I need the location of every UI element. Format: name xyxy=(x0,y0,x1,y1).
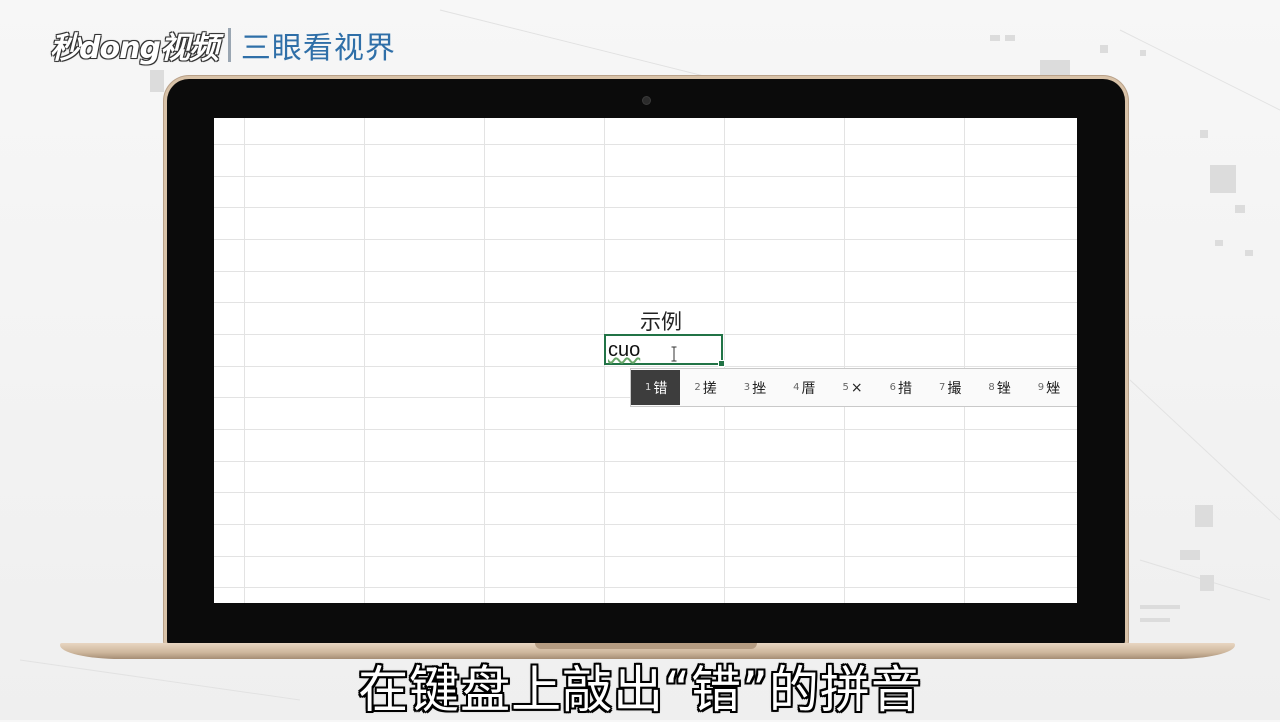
laptop-notch xyxy=(535,643,757,649)
text-cursor-icon xyxy=(671,346,677,362)
ime-candidate[interactable]: 5 × xyxy=(829,370,876,405)
webcam-icon xyxy=(643,97,650,104)
ime-candidate[interactable]: 1错 xyxy=(631,370,681,405)
ime-candidate-bar: 1 错 2 搓 3 挫 4 厝 5 × 6 措 7 撮 8 锉 9 矬 xyxy=(630,368,1077,407)
ime-candidate[interactable]: 7撮 xyxy=(925,370,974,405)
watermark-brand: 三眼看视界 xyxy=(240,31,396,66)
active-cell-text: cuo xyxy=(608,339,641,361)
ime-candidate-char: 锉 xyxy=(996,380,1011,397)
ime-candidate-number: 3 xyxy=(743,382,751,393)
subtitle: 在键盘上敲出“错”的拼音 xyxy=(358,661,922,719)
ime-candidate-char: 错 xyxy=(653,380,668,397)
watermark-logo: 秒dong视频 xyxy=(50,31,219,66)
ime-candidate-number: 8 xyxy=(988,382,995,393)
ime-candidate[interactable]: 9矬 xyxy=(1024,370,1073,405)
ime-candidate-char: 措 xyxy=(897,380,912,397)
ime-candidate-number: 7 xyxy=(938,382,946,393)
ime-candidate-char: 撮 xyxy=(947,380,962,397)
ime-candidate-char: 矬 xyxy=(1046,380,1061,397)
active-cell[interactable]: cuo xyxy=(604,334,725,367)
ime-candidate[interactable]: 2搓 xyxy=(680,370,729,405)
ime-candidate-char: 搓 xyxy=(702,380,717,397)
ime-candidate-number: 2 xyxy=(694,382,701,393)
watermark: 秒dong视频 三眼看视界 xyxy=(50,22,396,68)
ime-candidate[interactable]: 6措 xyxy=(876,370,925,405)
ime-candidate-number: 1 xyxy=(645,382,652,393)
ime-candidate-number: 6 xyxy=(889,382,896,393)
ime-candidate-number: 4 xyxy=(793,382,800,393)
ime-candidate[interactable]: 8锉 xyxy=(974,370,1023,405)
watermark-separator xyxy=(227,28,231,62)
ime-candidate-char: × xyxy=(850,379,863,396)
fill-handle[interactable] xyxy=(718,360,725,367)
ime-candidate-char: 挫 xyxy=(752,380,767,397)
ime-candidate-char: 厝 xyxy=(801,380,816,397)
spreadsheet-screen: 示例 cuo 1 错 2 搓 3 挫 4 厝 5 × 6 措 7 撮 8 锉 9 矬 xyxy=(214,118,1077,603)
ime-candidate[interactable]: 3挫 xyxy=(730,370,779,405)
label-cell[interactable]: 示例 xyxy=(640,306,682,336)
ime-candidate-number: 5 xyxy=(842,382,849,393)
ime-candidate-number: 9 xyxy=(1037,382,1045,393)
ime-candidate[interactable]: 4厝 xyxy=(779,370,828,405)
